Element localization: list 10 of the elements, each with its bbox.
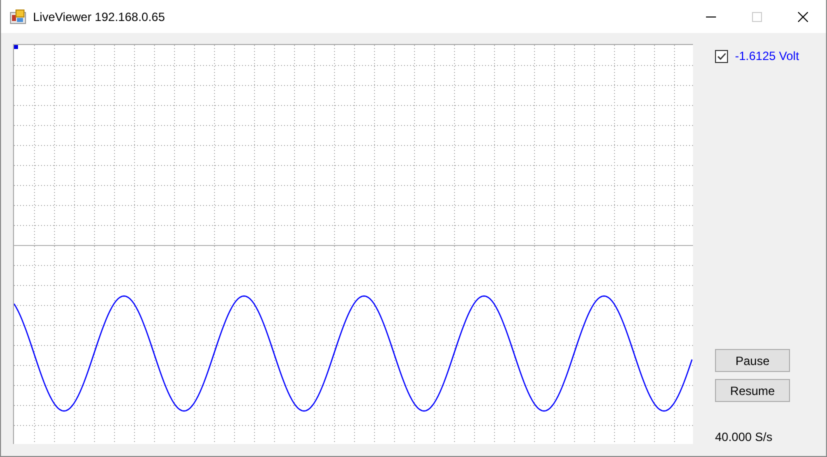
channel-checkbox[interactable]: [715, 50, 728, 62]
close-icon: [798, 12, 808, 22]
maximize-icon: [752, 12, 762, 22]
app-icon: [10, 8, 26, 24]
channel-reading: -1.6125 Volt: [735, 49, 800, 63]
marker-icon: [14, 45, 18, 49]
window-title: LiveViewer 192.168.0.65: [33, 10, 165, 24]
pause-button[interactable]: Pause: [715, 349, 790, 372]
resume-button[interactable]: Resume: [715, 379, 790, 402]
sample-rate: 40.000 S/s: [715, 430, 772, 444]
